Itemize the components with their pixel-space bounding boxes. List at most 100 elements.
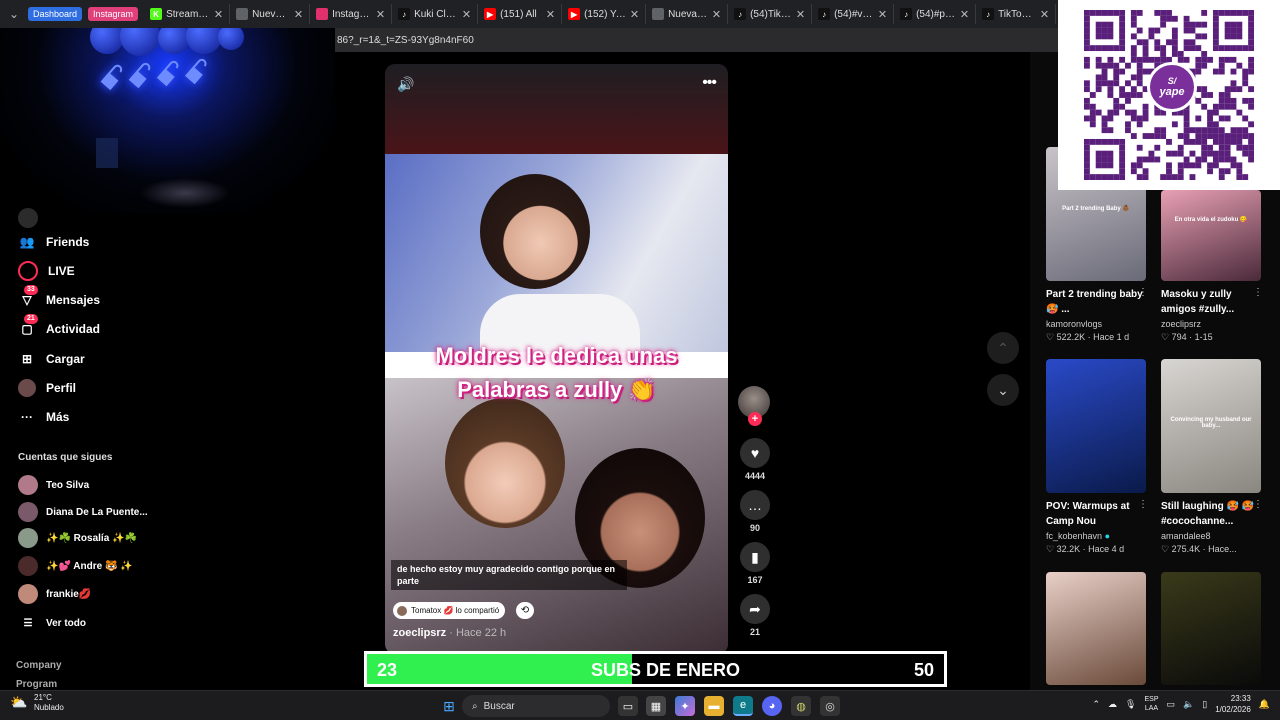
recommended-video-card[interactable] [1046,572,1146,685]
tray-overflow-chevron-icon[interactable]: ⌃ [1093,699,1101,710]
tiktok-icon: ♪ [398,8,411,20]
close-tab-icon[interactable]: ✕ [960,8,969,21]
recommended-video-card[interactable]: En otra vida el zudoku 😋 Masoku y zully a… [1161,190,1263,343]
video-author-name[interactable]: zoeclipsrz [393,627,446,639]
browser-tab[interactable]: ♪Kuki Clips 🍪 ✕ [392,4,479,24]
more-options-icon[interactable]: ••• [702,74,717,92]
see-all-link[interactable]: ☰ Ver todo [18,613,87,633]
video-thumbnail[interactable]: En otra vida el zudoku 😋 [1161,190,1261,281]
page-icon [236,8,249,20]
microphone-icon[interactable]: 🎙 [1125,699,1136,710]
followed-account[interactable]: Diana De La Puente... [18,502,148,522]
qr-module [1160,15,1167,22]
address-bar[interactable]: 86?_r=1&_t=ZS-93Yg8n4nF60 [335,28,1060,52]
browser-tab[interactable]: ♪(54)TikTok - M ✕ [728,4,813,24]
close-tab-icon[interactable]: ✕ [546,8,555,21]
windows-start-icon[interactable]: ⊞ [439,696,459,716]
sidebar-item-perfil[interactable]: Perfil [18,376,76,400]
bookmark-dashboard[interactable]: Dashboard [28,7,83,21]
more-vertical-icon[interactable]: ⋮ [1253,287,1263,298]
obs-icon[interactable]: ◎ [820,696,840,716]
qr-module [1142,39,1149,46]
sidebar-item-actividad[interactable]: ▢ 21 Actividad [18,314,100,341]
discord-icon[interactable]: ◕ [762,696,782,716]
video-author-name[interactable]: amandalee8 [1161,531,1211,541]
video-player[interactable]: Moldres le dedica unas Palabras a zully … [385,64,728,654]
browser-tab[interactable]: ♪TikTok - Mak ✕ [976,4,1057,24]
more-vertical-icon[interactable]: ⋮ [1138,499,1148,510]
close-tab-icon[interactable]: ✕ [630,8,639,21]
next-video-chevron-down-icon[interactable]: ⌄ [987,374,1019,406]
network-icon[interactable]: ▭ [1167,699,1176,710]
video-author-name[interactable]: fc_kobenhavn [1046,531,1102,541]
close-tab-icon[interactable]: ✕ [376,8,385,21]
browser-tab[interactable]: Nueva pestaña ✕ [646,4,729,24]
close-tab-icon[interactable]: ✕ [294,8,303,21]
sidebar-item-live[interactable]: LIVE [18,259,75,283]
close-tab-icon[interactable]: ✕ [1040,8,1049,21]
share-button[interactable]: ➦ 21 [739,594,771,637]
close-tab-icon[interactable]: ✕ [214,8,223,21]
footer-company-link[interactable]: Company [16,660,62,671]
edge-browser-icon[interactable]: e [733,696,753,716]
browser-tab[interactable]: ▶ (151) All ✕ [478,4,563,24]
shared-by-pill[interactable]: Tomatox 💋 lo compartió [393,602,506,619]
taskbar-search[interactable]: ⌕ Buscar [462,695,610,717]
browser-tab[interactable]: ♪(54)#viral #p ✕ [812,4,895,24]
store-icon[interactable]: ▦ [646,696,666,716]
sidebar-item-m-s[interactable]: ··· Más [18,405,69,429]
notifications-bell-icon[interactable]: 🔔 [1259,699,1270,710]
browser-tab[interactable]: ▶(152) YouTube ✕ [562,4,647,24]
qr-module [1189,127,1196,134]
sidebar-item-mensajes[interactable]: ▽ 33 Mensajes [18,285,100,312]
like-button[interactable]: ♥ 4444 [739,438,771,481]
tab-search-chevron-icon[interactable]: ⌄ [0,0,28,28]
recommended-video-card[interactable] [1161,572,1261,685]
battery-icon[interactable]: ▯ [1202,699,1207,710]
close-tab-icon[interactable]: ✕ [796,8,805,21]
weather-widget[interactable]: ⛅ 21°C Nublado [10,693,64,713]
close-tab-icon[interactable]: ✕ [712,8,721,21]
previous-video-chevron-up-icon[interactable]: ⌃ [987,332,1019,364]
video-author-name[interactable]: kamoronvlogs [1046,319,1102,329]
clock[interactable]: 23:33 1/02/2026 [1215,693,1251,715]
recommended-video-card[interactable]: Convincing my husband our baby... Still l… [1161,359,1263,555]
more-vertical-icon[interactable]: ⋮ [1253,499,1263,510]
onedrive-icon[interactable]: ☁ [1108,699,1117,710]
close-tab-icon[interactable]: ✕ [462,8,471,21]
more-vertical-icon[interactable]: ⋮ [1138,287,1148,298]
followed-account[interactable]: frankie💋 [18,584,91,604]
followed-account[interactable]: ✨☘️ Rosalía ✨☘️ [18,528,137,548]
qr-module [1084,162,1090,169]
copilot-icon[interactable]: ✦ [675,696,695,716]
comment-button[interactable]: … 90 [739,490,771,533]
game-app-icon[interactable]: ◍ [791,696,811,716]
video-thumbnail[interactable]: Convincing my husband our baby... [1161,359,1261,493]
recommended-video-card[interactable]: POV: Warmups at Camp Nou ⋮ fc_kobenhavn ● ♡… [1046,359,1148,555]
browser-tab[interactable]: KStream - Kick ✕ [144,4,231,24]
close-tab-icon[interactable]: ✕ [878,8,887,21]
bookmark-instagram[interactable]: Instagram [88,7,139,21]
browser-tab[interactable]: ♪(54)#paratii ✕ [894,4,977,24]
language-indicator[interactable]: ESP LAA [1144,695,1158,713]
task-view-icon[interactable]: ▭ [618,696,638,716]
followed-account[interactable]: ✨💕 Andre 🐯 ✨ [18,556,133,576]
sidebar-item-following-clipped[interactable] [18,206,38,230]
video-thumbnail[interactable] [1161,572,1261,685]
video-author-name[interactable]: zoeclipsrz [1161,319,1201,329]
sidebar-item-cargar[interactable]: ⊞ Cargar [18,347,85,371]
video-thumbnail[interactable] [1046,572,1146,685]
repost-icon[interactable]: ⟲ [516,602,534,619]
sidebar-item-friends[interactable]: 👥 Friends [18,230,90,254]
browser-tab[interactable]: Nueva pestaña ✕ [230,4,311,24]
save-button[interactable]: ▮ 167 [739,542,771,585]
volume-tray-icon[interactable]: 🔈 [1183,699,1194,710]
followed-account[interactable]: Teo Silva [18,475,89,495]
footer-program-link[interactable]: Program [16,679,57,689]
browser-tab[interactable]: Instagram ✕ [310,4,393,24]
file-explorer-icon[interactable]: ▬ [704,696,724,716]
video-thumbnail[interactable] [1046,359,1146,493]
follow-plus-icon[interactable]: + [748,412,762,426]
volume-icon[interactable]: 🔊 [397,76,414,93]
address-bar-url: 86?_r=1&_t=ZS-93Yg8n4nF60 [337,34,474,46]
